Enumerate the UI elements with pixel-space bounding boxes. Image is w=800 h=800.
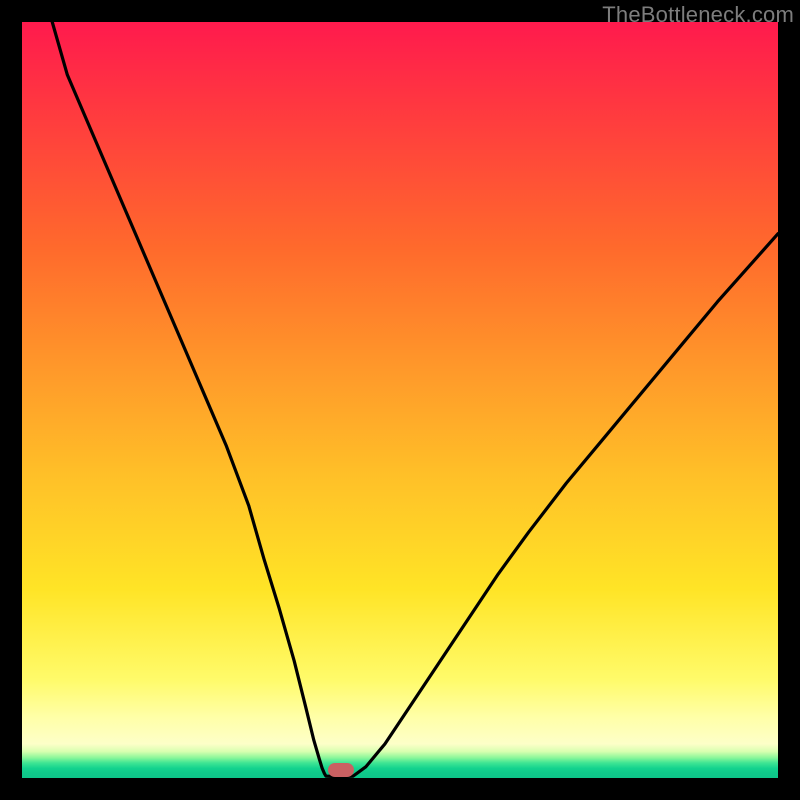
chart-frame: TheBottleneck.com [0,0,800,800]
bottleneck-curve [22,22,778,778]
curve-path [52,22,778,776]
optimum-marker [328,763,354,777]
watermark-text: TheBottleneck.com [602,2,794,28]
plot-area [22,22,778,778]
